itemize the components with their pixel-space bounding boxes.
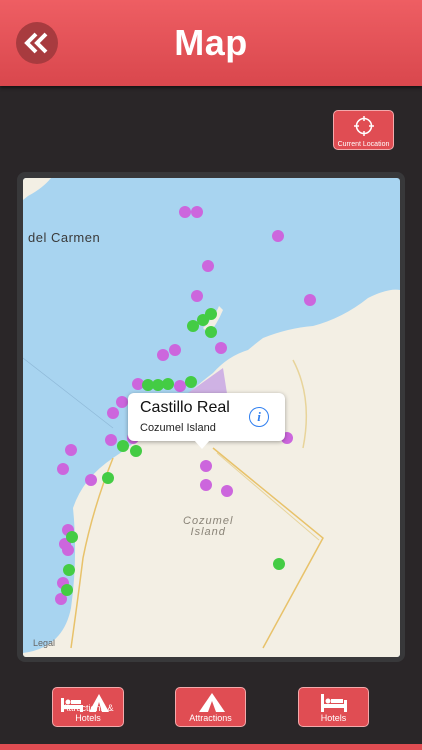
- tab-label: Attractions: [189, 713, 232, 723]
- callout-subtitle: Cozumel Island: [140, 422, 216, 434]
- bed-icon: [321, 694, 347, 712]
- crosshair-icon: [353, 116, 374, 136]
- tent-icon: [199, 693, 225, 712]
- current-location-button[interactable]: Current Location: [333, 110, 394, 150]
- island-label-line2: Island: [190, 526, 226, 538]
- header-bar: Map: [0, 0, 422, 86]
- page-title: Map: [174, 22, 248, 63]
- legal-link[interactable]: Legal: [33, 638, 55, 648]
- tab-attractions[interactable]: Attractions: [175, 687, 246, 727]
- map-callout[interactable]: Castillo Real Cozumel Island i: [128, 393, 285, 449]
- city-label: del Carmen: [28, 230, 101, 245]
- tab-label: Attractions & Hotels: [62, 703, 114, 723]
- callout-title: Castillo Real: [140, 399, 230, 416]
- tab-attractions-hotels[interactable]: Attractions & Hotels: [52, 687, 124, 727]
- current-location-label: Current Location: [337, 141, 390, 148]
- tab-hotels[interactable]: Hotels: [298, 687, 369, 727]
- info-icon[interactable]: i: [249, 407, 269, 427]
- island-label: Cozumel Island: [183, 516, 233, 538]
- tab-label: Hotels: [320, 713, 347, 723]
- bottom-accent-bar: [0, 744, 422, 750]
